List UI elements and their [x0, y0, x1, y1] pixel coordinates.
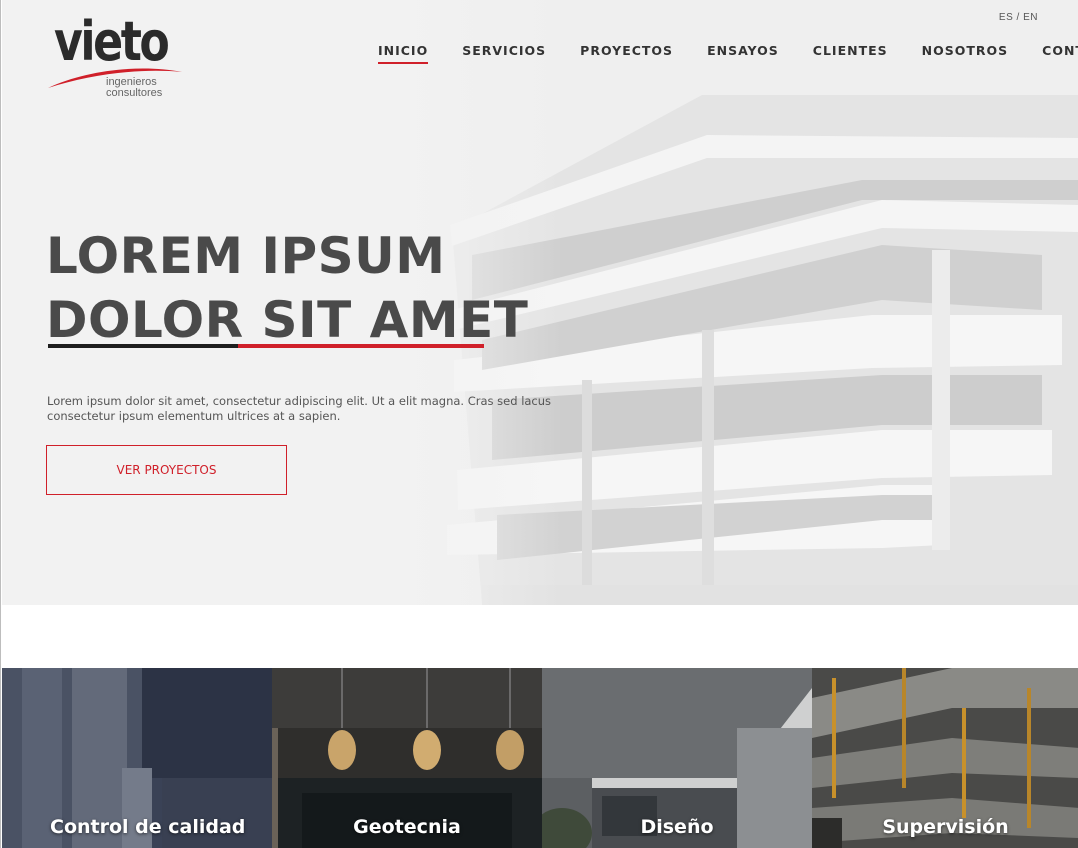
underline-dark-segment — [48, 344, 238, 348]
nav-item-clientes[interactable]: CLIENTES — [813, 43, 888, 64]
hero-headline-line1: LOREM IPSUM — [46, 227, 446, 285]
service-label-diseno: Diseño — [640, 816, 714, 838]
main-nav: INICIO SERVICIOS PROYECTOS ENSAYOS CLIEN… — [378, 43, 1078, 64]
hero-intro-text: Lorem ipsum dolor sit amet, consectetur … — [47, 394, 552, 423]
hero-section: vieto ingenieros consultores ES / EN INI… — [2, 0, 1078, 605]
hero-headline: LOREM IPSUM DOLOR SIT AMET — [46, 224, 528, 352]
logo-subtitle: ingenieros consultores — [106, 77, 162, 99]
services-strip: Control de calidad Geotecnia Diseño Supe… — [2, 668, 1078, 848]
underline-red-segment — [238, 344, 484, 348]
nav-item-servicios[interactable]: SERVICIOS — [462, 43, 546, 64]
service-label-control-de-calidad: Control de calidad — [50, 816, 246, 838]
page: vieto ingenieros consultores ES / EN INI… — [0, 0, 1078, 848]
nav-item-ensayos[interactable]: ENSAYOS — [707, 43, 779, 64]
headline-underline — [48, 344, 484, 348]
nav-item-proyectos[interactable]: PROYECTOS — [580, 43, 673, 64]
service-tile-diseno[interactable]: Diseño — [542, 668, 812, 848]
service-label-geotecnia: Geotecnia — [353, 816, 461, 838]
vieto-logo[interactable]: vieto ingenieros consultores — [46, 10, 186, 105]
nav-item-contacto[interactable]: CONTACTO — [1042, 43, 1078, 64]
service-tile-supervision[interactable]: Supervisión — [812, 668, 1078, 848]
service-label-supervision: Supervisión — [882, 816, 1009, 838]
service-tile-control-de-calidad[interactable]: Control de calidad — [2, 668, 272, 848]
language-switch[interactable]: ES / EN — [999, 12, 1038, 23]
nav-item-nosotros[interactable]: NOSOTROS — [922, 43, 1009, 64]
ver-proyectos-button[interactable]: VER PROYECTOS — [46, 445, 287, 495]
hero-headline-line2: DOLOR SIT AMET — [46, 291, 529, 349]
nav-item-inicio[interactable]: INICIO — [378, 43, 429, 64]
logo-subtitle-line2: consultores — [106, 87, 163, 99]
service-tile-geotecnia[interactable]: Geotecnia — [272, 668, 542, 848]
